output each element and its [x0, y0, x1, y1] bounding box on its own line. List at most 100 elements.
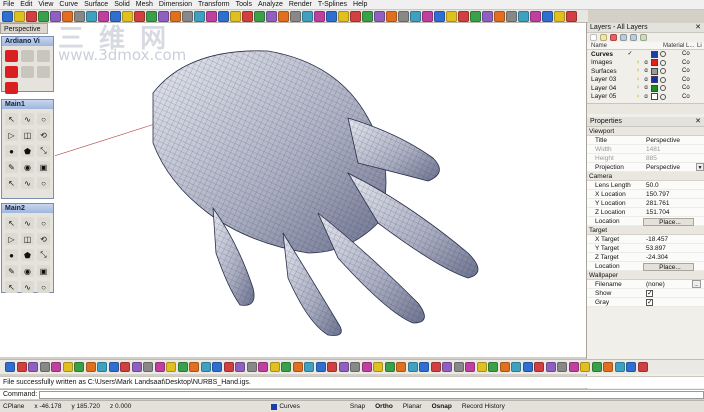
toolbar-tool-icon[interactable] — [434, 10, 445, 22]
current-layer-check-icon[interactable] — [627, 68, 633, 74]
main1-tool-icon[interactable]: ⬟ — [21, 145, 34, 157]
toolbar-tool-icon[interactable] — [38, 10, 49, 22]
browse-button[interactable]: ... — [692, 280, 701, 288]
delete-layer-icon[interactable] — [610, 34, 617, 41]
layer-name[interactable]: Layer 04 — [591, 85, 627, 92]
toolbar-tool-icon[interactable] — [302, 10, 313, 22]
toolbar-tool-icon[interactable] — [374, 10, 385, 22]
menu-surface[interactable]: Surface — [84, 0, 108, 10]
main2-tool-icon[interactable]: ◉ — [21, 265, 34, 277]
ardiano-tool-7-icon[interactable] — [5, 82, 18, 94]
bottom-tool-icon[interactable] — [488, 362, 498, 372]
toolbar-tool-icon[interactable] — [446, 10, 457, 22]
menu-file[interactable]: File — [3, 0, 14, 10]
material-circle-icon[interactable] — [660, 59, 666, 66]
bottom-tool-icon[interactable] — [39, 362, 50, 372]
layer-color-swatch[interactable] — [651, 93, 658, 101]
toolbar-tool-icon[interactable] — [410, 10, 421, 22]
bottom-tool-icon[interactable] — [557, 362, 567, 372]
osnap-toggle[interactable]: Osnap — [432, 403, 452, 410]
bottom-tool-icon[interactable] — [223, 362, 234, 372]
material-circle-icon[interactable] — [660, 93, 666, 100]
bottom-tool-icon[interactable] — [120, 362, 130, 372]
main1-tool-icon[interactable]: ∿ — [21, 113, 34, 125]
material-circle-icon[interactable] — [660, 68, 666, 75]
bottom-tool-icon[interactable] — [97, 362, 107, 372]
toolbar-tool-icon[interactable] — [386, 10, 397, 22]
current-layer-check-icon[interactable] — [627, 94, 633, 100]
ardiano-tool-6-icon[interactable] — [37, 66, 50, 78]
current-layer-check-icon[interactable] — [627, 60, 633, 66]
material-circle-icon[interactable] — [660, 85, 666, 92]
layer-row[interactable]: Surfaces ♀ ɑ Co — [587, 67, 704, 76]
bottom-tool-icon[interactable] — [258, 362, 268, 372]
bottom-tool-icon[interactable] — [315, 362, 326, 372]
bottom-tool-icon[interactable] — [269, 362, 280, 372]
visibility-bulb-icon[interactable] — [635, 51, 641, 57]
toolbar-tool-icon[interactable] — [458, 10, 469, 22]
lock-icon[interactable]: ɑ — [643, 60, 649, 66]
bottom-tool-icon[interactable] — [246, 362, 257, 372]
toolbar-tool-icon[interactable] — [338, 10, 349, 22]
layer-color-swatch[interactable] — [651, 84, 658, 92]
toolbar-tool-icon[interactable] — [230, 10, 241, 22]
layer-row[interactable]: Images ♀ ɑ Co — [587, 59, 704, 68]
menu-help[interactable]: Help — [353, 0, 367, 10]
bottom-tool-icon[interactable] — [338, 362, 349, 372]
toolbar-tool-icon[interactable] — [206, 10, 217, 22]
bottom-tool-icon[interactable] — [361, 362, 372, 372]
bottom-tool-icon[interactable] — [476, 362, 487, 372]
main1-tool-icon[interactable]: ⟲ — [37, 129, 50, 141]
bottom-tool-icon[interactable] — [453, 362, 464, 372]
layers-col-name[interactable]: Name — [591, 42, 663, 49]
main2-tool-icon[interactable]: ▣ — [37, 265, 50, 277]
place-target-button[interactable]: Place... — [643, 262, 694, 271]
bottom-tool-icon[interactable] — [200, 362, 211, 372]
move-down-icon[interactable] — [630, 34, 637, 41]
bottom-tool-icon[interactable] — [235, 362, 245, 372]
bottom-tool-icon[interactable] — [281, 362, 291, 372]
material-circle-icon[interactable] — [660, 76, 666, 83]
move-up-icon[interactable] — [620, 34, 627, 41]
layer-row[interactable]: Layer 03 ♀ ɑ Co — [587, 76, 704, 85]
toolbar-tool-icon[interactable] — [542, 10, 553, 22]
toolbar-tool-icon[interactable] — [422, 10, 433, 22]
bottom-tool-icon[interactable] — [131, 362, 142, 372]
record-history-toggle[interactable]: Record History — [462, 403, 505, 410]
main2-tool-icon[interactable]: ↖ — [5, 281, 18, 293]
gray-checkbox[interactable]: ✓ — [646, 299, 653, 306]
layer-color-swatch[interactable] — [651, 76, 658, 84]
menu-view[interactable]: View — [38, 0, 53, 10]
close-icon[interactable]: ✕ — [695, 23, 701, 32]
main2-tool-icon[interactable]: ○ — [37, 217, 50, 229]
menu-render[interactable]: Render — [289, 0, 312, 10]
bottom-tool-icon[interactable] — [304, 362, 314, 372]
main2-tool-icon[interactable]: ✎ — [5, 265, 18, 277]
layer-name[interactable]: Curves — [591, 51, 627, 58]
bottom-tool-icon[interactable] — [534, 362, 544, 372]
menu-transform[interactable]: Transform — [198, 0, 230, 10]
toolbar-tool-icon[interactable] — [362, 10, 373, 22]
menu-analyze[interactable]: Analyze — [258, 0, 283, 10]
bottom-tool-icon[interactable] — [51, 362, 61, 372]
main1-tool-icon[interactable]: ⤡ — [37, 145, 50, 157]
bottom-tool-icon[interactable] — [62, 362, 73, 372]
layer-row[interactable]: Curves ✓ Co — [587, 50, 704, 59]
main1-tool-icon[interactable]: ✎ — [5, 161, 18, 173]
bottom-tool-icon[interactable] — [568, 362, 579, 372]
layer-name[interactable]: Layer 05 — [591, 93, 627, 100]
new-layer-icon[interactable] — [590, 34, 597, 41]
lock-icon[interactable]: ɑ — [643, 68, 649, 74]
main1-tool-icon[interactable]: ● — [5, 145, 18, 157]
main2-tool-icon[interactable]: ○ — [37, 281, 50, 293]
layer-name[interactable]: Surfaces — [591, 68, 627, 75]
toolbar-tool-icon[interactable] — [14, 10, 25, 22]
toolbar-tool-icon[interactable] — [470, 10, 481, 22]
toolbar-tool-icon[interactable] — [566, 10, 577, 22]
bottom-tool-icon[interactable] — [327, 362, 337, 372]
cplane-label[interactable]: CPlane — [3, 403, 24, 410]
snap-toggle[interactable]: Snap — [350, 403, 365, 410]
menu-tsplines[interactable]: T-Splines — [318, 0, 347, 10]
bottom-tool-icon[interactable] — [603, 362, 613, 372]
bottom-tool-icon[interactable] — [154, 362, 165, 372]
